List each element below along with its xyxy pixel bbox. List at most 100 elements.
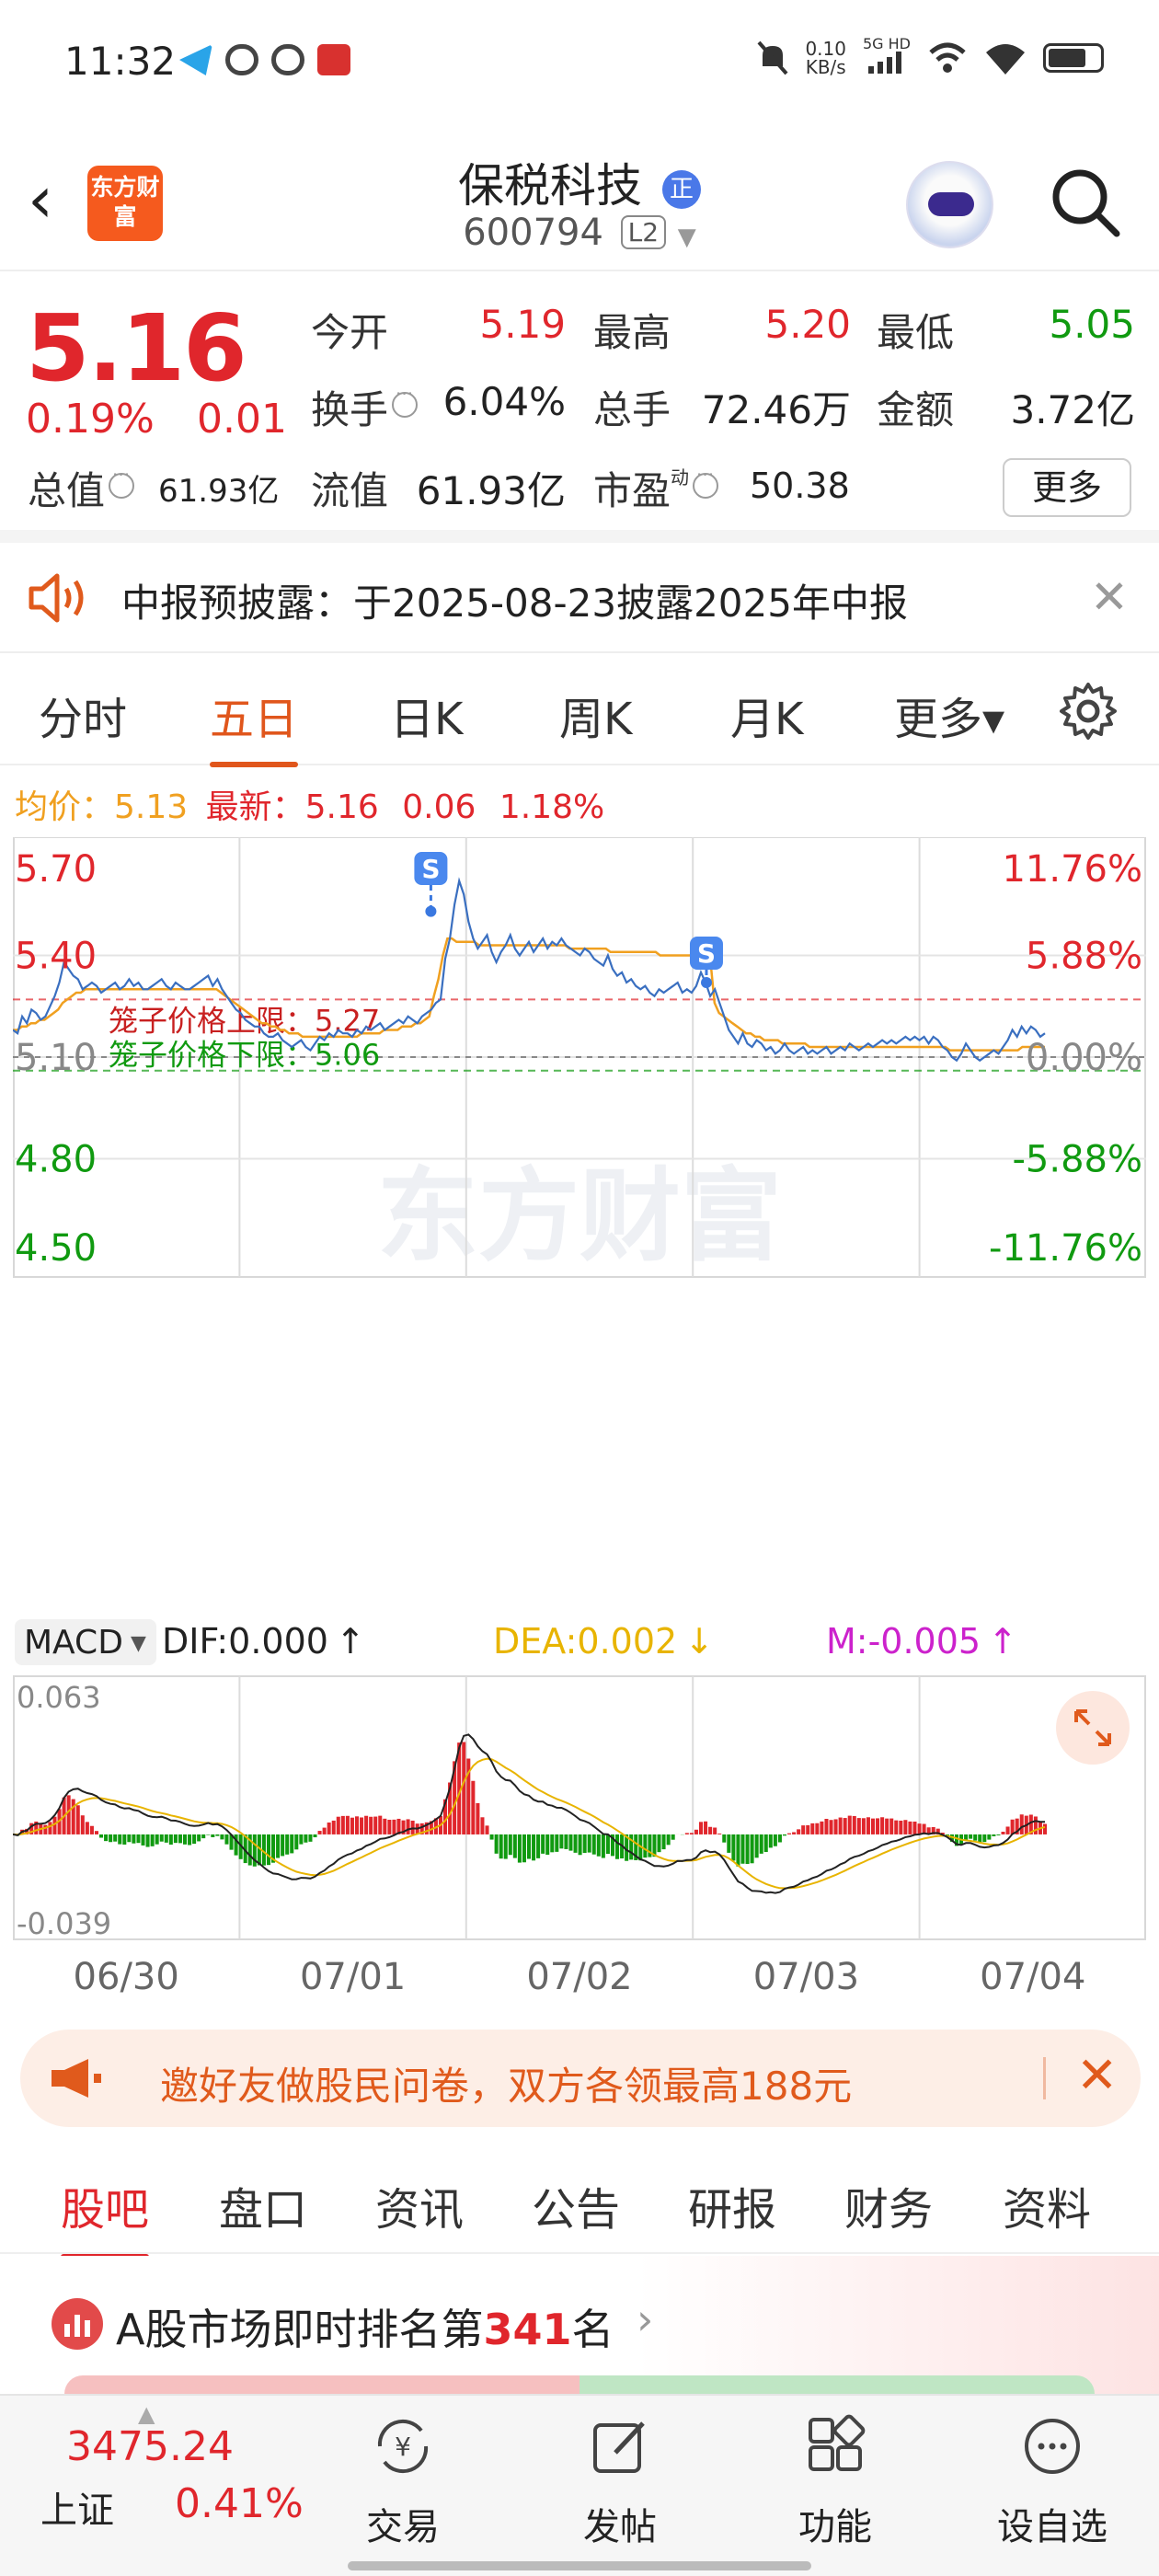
wifi-icon <box>986 43 1025 75</box>
amount-label: 金额 <box>877 387 955 432</box>
index-value[interactable]: 3475.24 <box>66 2423 234 2470</box>
grid-icon <box>809 2414 866 2471</box>
tab-intraday[interactable]: 分时 <box>39 683 127 747</box>
change-amount: 0.01 <box>197 396 287 443</box>
low-label: 最低 <box>877 310 955 355</box>
chart-period-tabs: 分时 五日 日K 周K 月K 更多▾ <box>0 655 1159 767</box>
limit-down-label: 笼子价格下限：5.06 <box>109 1038 380 1073</box>
more-button[interactable]: 更多 <box>1003 458 1131 517</box>
x-date-labels: 06/30 07/01 07/02 07/03 07/04 <box>74 1956 1086 1998</box>
news-app-icon <box>317 44 350 75</box>
index-percent[interactable]: 0.41% <box>175 2480 304 2527</box>
mktcap-label: 总值 <box>28 460 138 516</box>
latest-value: 5.16 <box>304 788 379 826</box>
mktcap-value: 61.93亿 <box>158 473 280 510</box>
tab-weekly-k[interactable]: 周K <box>559 683 632 747</box>
tab-daily-k[interactable]: 日K <box>390 683 463 747</box>
info-icon[interactable] <box>392 383 419 418</box>
stock-badge-icon: 正 <box>661 169 701 209</box>
robot-assistant-avatar[interactable] <box>906 161 993 248</box>
telegram-icon <box>179 44 212 75</box>
tab-profile[interactable]: 资料 <box>1003 2173 1091 2237</box>
nav-add-watchlist[interactable]: 设自选 <box>979 2396 1126 2576</box>
trade-markers: SS <box>414 852 723 988</box>
percent-tick-label: -5.88% <box>1012 1139 1142 1181</box>
macd-top-label: 0.063 <box>17 1680 101 1715</box>
open-value: 5.19 <box>479 302 566 347</box>
tab-five-day[interactable]: 五日 <box>210 683 299 767</box>
turnover-value: 6.04% <box>442 379 566 424</box>
macd-panel-frame <box>13 1675 1146 1940</box>
promo-text: 邀好友做股民问卷，双方各领最高188元 <box>160 2064 853 2109</box>
notice-bar[interactable]: 中报预披露：于2025-08-23披露2025年中报 ✕ <box>0 543 1159 653</box>
chart-watermark: 东方财富 <box>377 1157 782 1275</box>
avg-value: 5.13 <box>114 788 189 826</box>
bottom-navigation: ▲ 3475.24 上证 0.41% ¥ 交易 发帖 功能 设自选 <box>0 2394 1159 2576</box>
latest-pct: 1.18% <box>499 788 605 826</box>
macd-bottom-label: -0.039 <box>17 1906 111 1941</box>
price-limit-lines: 笼子价格上限：5.27笼子价格下限：5.06 <box>13 998 1146 1073</box>
tab-guba[interactable]: 股吧 <box>61 2173 150 2260</box>
macd-indicator[interactable]: MACD <box>24 1624 123 1662</box>
battery-icon <box>1043 42 1104 73</box>
megaphone-icon <box>52 2059 101 2098</box>
close-icon[interactable]: ✕ <box>1090 570 1129 624</box>
status-right: 0.10 KB/s 5G HD <box>757 37 1104 78</box>
sentiment-cards[interactable] <box>64 2375 1095 2394</box>
info-icon[interactable] <box>109 464 135 499</box>
date-label: 07/02 <box>526 1956 632 1998</box>
percent-tick-label: 5.88% <box>1026 936 1142 978</box>
status-time: 11:32 <box>64 39 177 84</box>
close-icon[interactable]: ✕ <box>1076 2046 1118 2104</box>
tab-research[interactable]: 研报 <box>688 2173 776 2237</box>
net-speed: 0.10 <box>805 37 846 60</box>
quote-panel: 5.16 0.19% 0.01 今开 5.19 最高 5.20 最低 5.05 … <box>0 276 1159 543</box>
notice-text: 中报预披露：于2025-08-23披露2025年中报 <box>121 581 908 626</box>
avg-label: 均价： <box>15 788 115 826</box>
turnover-label: 换手 <box>311 379 421 435</box>
signal-label: 5G HD <box>862 35 911 52</box>
speaker-icon <box>29 573 84 623</box>
nav-post-label: 发帖 <box>583 2506 657 2548</box>
macd-header: MACD ▼ DIF:0.000 ↑ DEA:0.002 ↓ M:-0.005 ↑ <box>15 1619 1017 1665</box>
price-tick-label: 5.70 <box>15 848 97 891</box>
status-app-icons <box>179 44 350 75</box>
search-icon[interactable] <box>1049 166 1122 239</box>
nav-trade[interactable]: ¥ 交易 <box>329 2396 476 2576</box>
five-day-chart[interactable]: 东方财富 笼子价格上限：5.27笼子价格下限：5.06 5.70 5.40 5.10… <box>13 837 1146 2006</box>
sync-icon <box>271 44 304 75</box>
nav-functions[interactable]: 功能 <box>762 2396 909 2576</box>
amount-value: 3.72亿 <box>1010 387 1135 432</box>
tab-monthly-k[interactable]: 月K <box>730 683 803 747</box>
info-icon[interactable] <box>693 464 719 499</box>
high-value: 5.20 <box>764 302 851 347</box>
dea-label: DEA:0.002 ↓ <box>493 1621 714 1662</box>
promo-divider <box>1043 2057 1046 2099</box>
sell-marker-label: S <box>697 938 716 969</box>
tab-orderbook[interactable]: 盘口 <box>219 2173 307 2237</box>
status-bar: 11:32 0.10 KB/s 5G HD <box>0 0 1159 129</box>
dif-label: DIF:0.000 ↑ <box>162 1621 365 1662</box>
date-label: 07/03 <box>753 1956 859 1998</box>
high-label: 最高 <box>593 310 671 355</box>
nav-post[interactable]: 发帖 <box>546 2396 694 2576</box>
price-tick-label: 4.50 <box>15 1227 97 1270</box>
price-tick-label: 4.80 <box>15 1139 97 1181</box>
tab-announcements[interactable]: 公告 <box>532 2173 620 2237</box>
volume-value: 72.46万 <box>701 387 851 432</box>
edit-icon <box>593 2421 645 2473</box>
float-value: 61.93亿 <box>416 468 566 513</box>
macd-chart: 0.063 -0.039 <box>13 1675 1146 1941</box>
net-unit: KB/s <box>805 55 846 78</box>
tab-financials[interactable]: 财务 <box>844 2173 933 2237</box>
mute-icon <box>757 40 788 75</box>
tab-news[interactable]: 资讯 <box>375 2173 464 2237</box>
chevron-right-icon: › <box>637 2294 654 2344</box>
expand-button[interactable] <box>1056 1691 1130 1765</box>
sell-marker-label: S <box>421 854 440 884</box>
market-rank-row[interactable]: A股市场即时排名第341名 › <box>0 2256 1159 2394</box>
promo-banner[interactable]: 邀好友做股民问卷，双方各领最高188元 ✕ <box>20 2030 1141 2127</box>
gear-icon[interactable] <box>1058 681 1119 742</box>
tab-more[interactable]: 更多▾ <box>894 683 1004 747</box>
index-name[interactable]: 上证 <box>40 2480 114 2534</box>
